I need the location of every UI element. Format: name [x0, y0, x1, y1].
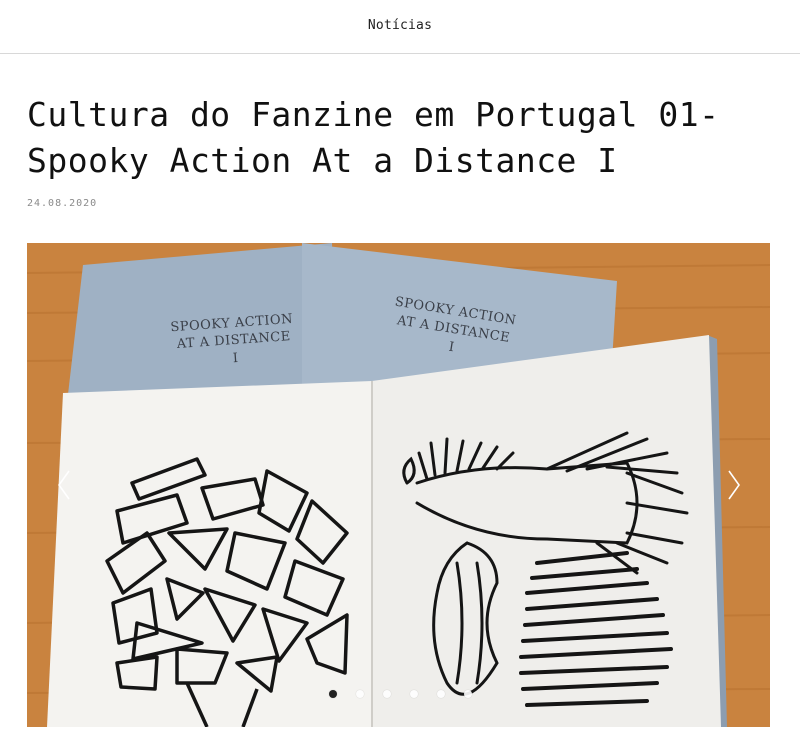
- article-title: Cultura do Fanzine em Portugal 01- Spook…: [27, 95, 720, 180]
- slider-prev-button[interactable]: [56, 468, 72, 502]
- article-date: 24.08.2020: [27, 198, 98, 209]
- chevron-left-icon: [58, 470, 70, 500]
- nav-link-noticias[interactable]: Notícias: [368, 18, 432, 33]
- image-slider[interactable]: SPOOKY ACTION AT A DISTANCE I SPOOKY ACT…: [27, 243, 770, 727]
- slider-next-button[interactable]: [726, 468, 742, 502]
- slider-dot-5[interactable]: [436, 690, 445, 698]
- slider-pagination: [0, 690, 800, 704]
- cover-left-line3: I: [232, 351, 239, 366]
- slider-dot-3[interactable]: [382, 690, 391, 698]
- slider-dot-1[interactable]: [328, 690, 337, 698]
- chevron-right-icon: [728, 470, 740, 500]
- slider-dot-2[interactable]: [355, 690, 364, 698]
- slider-dot-4[interactable]: [409, 690, 418, 698]
- top-navigation: Notícias: [0, 0, 800, 54]
- slide-image-zine-photo: SPOOKY ACTION AT A DISTANCE I SPOOKY ACT…: [27, 243, 770, 727]
- slider-dot-6[interactable]: [463, 690, 472, 698]
